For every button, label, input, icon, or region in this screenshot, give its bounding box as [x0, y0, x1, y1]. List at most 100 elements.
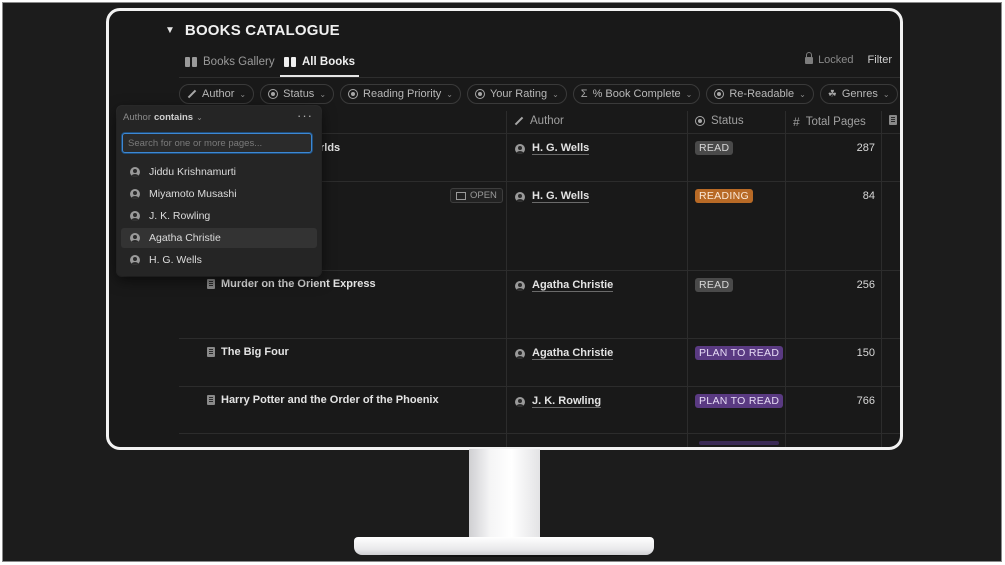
toggle-triangle-icon[interactable]: ▼: [165, 25, 175, 36]
filter-condition[interactable]: Author contains ⌄: [123, 112, 203, 123]
locked-label: Locked: [818, 54, 854, 66]
status-badge-partial: [699, 441, 779, 445]
option-label: J. K. Rowling: [149, 210, 211, 222]
status-icon: [695, 116, 705, 126]
status-badge: PLAN TO READ: [695, 346, 784, 360]
status-icon: [714, 89, 725, 99]
filter-label: Status: [283, 88, 315, 100]
person-icon: [130, 255, 140, 265]
author-name: Agatha Christie: [532, 347, 614, 360]
chevron-down-icon: ⌄: [685, 89, 693, 99]
page-count: 287: [856, 142, 875, 154]
filter-chip-genres[interactable]: ☘ Genres ⌄: [819, 84, 898, 104]
author-name: H. G. Wells: [532, 190, 590, 203]
option-label: Agatha Christie: [149, 232, 221, 244]
view-tabs: Books Gallery All Books Locked Filter: [185, 51, 900, 77]
row-divider: [179, 433, 900, 434]
status-badge: READ: [695, 141, 734, 155]
title-text: The Big Four: [221, 346, 289, 358]
more-options-icon[interactable]: ···: [297, 108, 313, 123]
database-title-row: ▼ BOOKS CATALOGUE: [165, 22, 340, 39]
filter-property: Author: [123, 112, 151, 123]
dropdown-option[interactable]: Miyamoto Musashi: [121, 184, 317, 204]
tab-all-books[interactable]: All Books: [279, 51, 360, 77]
table-row-author[interactable]: Agatha Christie: [515, 279, 614, 292]
page-count: 256: [856, 279, 875, 291]
column-header-label: Total Pages: [805, 116, 866, 128]
document-icon: [207, 347, 215, 357]
filter-chips: Author ⌄ Status ⌄ Reading Priority ⌄ You…: [179, 84, 898, 104]
filter-button[interactable]: Filter: [868, 54, 892, 66]
option-label: H. G. Wells: [149, 254, 202, 266]
row-divider: [179, 386, 900, 387]
person-icon: [130, 211, 140, 221]
column-header-status[interactable]: Status: [695, 115, 744, 127]
filter-label: % Book Complete: [592, 88, 681, 100]
column-divider: [687, 111, 688, 447]
column-header-author[interactable]: Author: [514, 115, 564, 127]
open-icon: [456, 191, 466, 200]
column-header-label: Status: [711, 115, 744, 127]
status-badge: READ: [695, 278, 734, 292]
column-divider: [881, 111, 882, 447]
divider: [179, 77, 900, 78]
column-header-total-pages[interactable]: # Total Pages: [793, 115, 866, 129]
filter-chip-re-readable[interactable]: Re-Readable ⌄: [706, 84, 814, 104]
column-divider: [506, 111, 507, 447]
filter-label: Your Rating: [489, 88, 548, 100]
filter-chip-reading-priority[interactable]: Reading Priority ⌄: [340, 84, 461, 104]
book-icon: [284, 57, 296, 67]
monitor-screen: ▼ BOOKS CATALOGUE Books Gallery All Book…: [106, 8, 903, 450]
chevron-down-icon: ⌄: [799, 89, 806, 99]
filter-chip-author[interactable]: Author ⌄: [179, 84, 255, 104]
person-icon: [130, 167, 140, 177]
status-icon: [474, 89, 485, 99]
table-row-title[interactable]: rlds: [320, 142, 340, 154]
pen-icon: [187, 89, 197, 99]
table-row-author[interactable]: J. K. Rowling: [515, 395, 602, 408]
column-header-overflow[interactable]: [889, 115, 897, 125]
open-label: OPEN: [470, 190, 497, 201]
chevron-down-icon: ⌄: [319, 89, 327, 99]
chevron-down-icon: ⌄: [552, 89, 559, 99]
table-row-author[interactable]: H. G. Wells: [515, 142, 590, 155]
notion-database-view: ▼ BOOKS CATALOGUE Books Gallery All Book…: [109, 11, 900, 447]
document-icon: [207, 279, 215, 289]
option-label: Miyamoto Musashi: [149, 188, 237, 200]
filter-chip-status[interactable]: Status ⌄: [260, 84, 335, 104]
dropdown-option[interactable]: Agatha Christie: [121, 228, 317, 248]
filter-chip-your-rating[interactable]: Your Rating ⌄: [466, 84, 567, 104]
dropdown-option[interactable]: J. K. Rowling: [121, 206, 317, 226]
column-divider: [785, 111, 786, 447]
page-count: 150: [856, 347, 875, 359]
dropdown-option[interactable]: H. G. Wells: [121, 250, 317, 270]
filter-label: Re-Readable: [729, 88, 795, 100]
tab-books-gallery[interactable]: Books Gallery: [185, 51, 275, 73]
table-row-author[interactable]: Agatha Christie: [515, 347, 614, 360]
filter-chip-book-complete[interactable]: Σ % Book Complete ⌄: [572, 84, 701, 104]
status-badge: READING: [695, 189, 753, 203]
search-input[interactable]: [122, 133, 312, 153]
locked-indicator[interactable]: Locked: [805, 52, 854, 66]
table-row-author[interactable]: H. G. Wells: [515, 190, 590, 203]
chevron-down-icon: ⌄: [882, 89, 890, 99]
person-icon: [130, 189, 140, 199]
dropdown-option[interactable]: Jiddu Krishnamurti: [121, 162, 317, 182]
person-icon: [515, 280, 525, 291]
number-icon: #: [793, 115, 800, 129]
filter-label: Reading Priority: [363, 88, 442, 100]
row-divider: [179, 338, 900, 339]
table-row-title[interactable]: Murder on the Orient Express: [207, 278, 376, 290]
filter-label: Author: [202, 88, 235, 100]
status-badge: PLAN TO READ: [695, 394, 784, 408]
table-row-title[interactable]: Harry Potter and the Order of the Phoeni…: [207, 394, 439, 406]
document-icon: [889, 115, 897, 125]
person-icon: [515, 348, 525, 359]
monitor-stand-base: [354, 537, 654, 555]
open-page-button[interactable]: OPEN: [450, 188, 503, 203]
author-name: H. G. Wells: [532, 142, 590, 155]
tab-label: Books Gallery: [203, 56, 275, 68]
monitor-stand-neck: [469, 449, 540, 541]
filter-label: Genres: [841, 88, 878, 100]
table-row-title[interactable]: The Big Four: [207, 346, 289, 358]
